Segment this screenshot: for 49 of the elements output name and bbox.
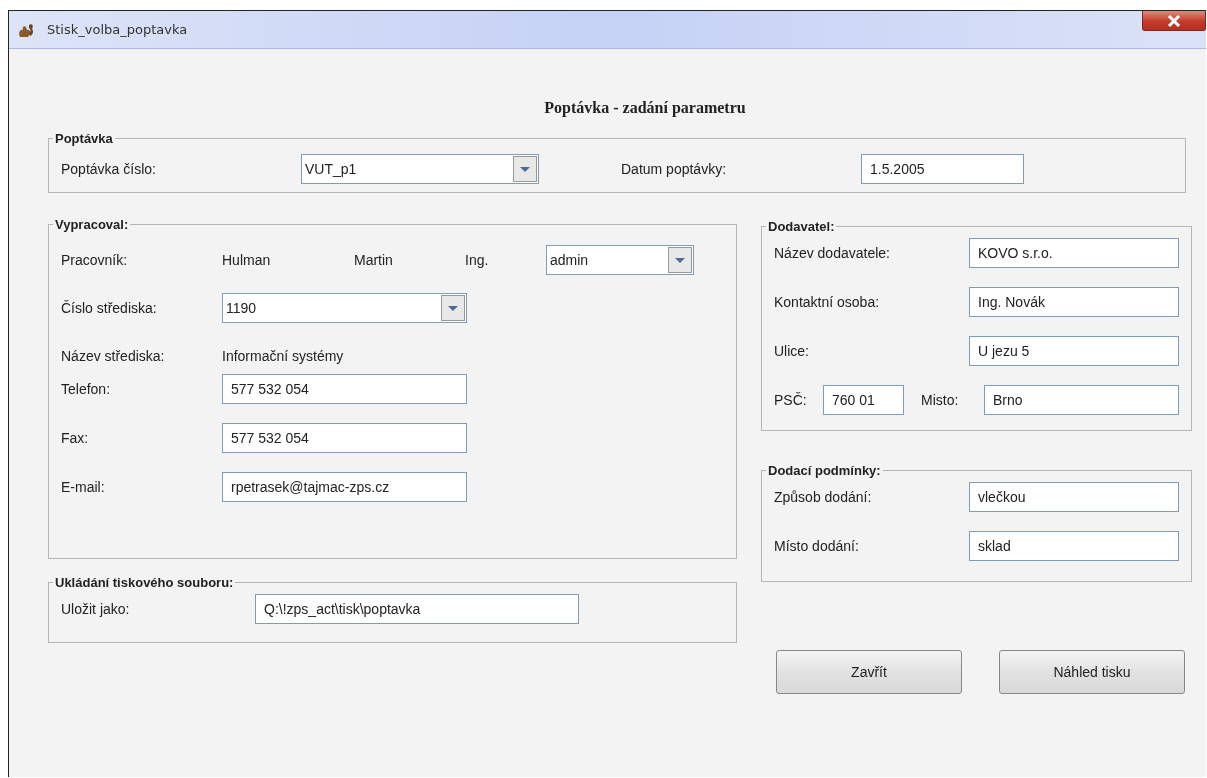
input-field[interactable]: 760 01 (823, 385, 904, 415)
field-label: Způsob dodání: (774, 489, 873, 505)
degree-text: Ing. (465, 252, 490, 268)
field-label: Poptávka číslo: (61, 161, 157, 177)
close-icon (1167, 14, 1181, 27)
field-label: Kontaktní osoba: (774, 294, 881, 310)
field-label: PSČ: (774, 392, 808, 408)
close-button[interactable] (1142, 11, 1206, 31)
group-title: Dodavatel: (767, 219, 836, 234)
group-title: Ukládání tiskového souboru: (54, 575, 235, 590)
dialog-button[interactable]: Náhled tisku (999, 650, 1185, 694)
field-label: Uložit jako: (61, 601, 131, 617)
input-field[interactable]: Ing. Novák (969, 287, 1179, 317)
field-label: Název střediska: (61, 348, 166, 364)
input-field[interactable]: vlečkou (969, 482, 1179, 512)
field-label: Ulice: (774, 343, 810, 359)
dropdown[interactable]: admin (546, 245, 694, 275)
field-label: Číslo střediska: (61, 300, 158, 316)
field-label: E-mail: (61, 479, 106, 495)
group-title: Vypracoval: (54, 217, 130, 232)
dropdown[interactable]: VUT_p1 (301, 154, 539, 184)
caret-icon (513, 156, 537, 182)
field-label: Název dodavatele: (774, 245, 891, 261)
dialog-button[interactable]: Zavřít (776, 650, 962, 694)
input-field[interactable]: Q:\!zps_act\tisk\poptavka (255, 594, 579, 624)
dropdown[interactable]: 1190 (222, 293, 467, 323)
caret-icon (668, 247, 692, 273)
input-field[interactable]: U jezu 5 (969, 336, 1179, 366)
group-title: Poptávka (54, 131, 114, 146)
input-field[interactable]: KOVO s.r.o. (969, 238, 1179, 268)
field-label: Telefon: (61, 381, 112, 397)
input-field[interactable]: Brno (984, 385, 1179, 415)
input-field[interactable]: sklad (969, 531, 1179, 561)
window-title: Stisk_volba_poptavka (47, 22, 188, 37)
field-label: Fax: (61, 430, 90, 446)
input-field[interactable]: 1.5.2005 (861, 154, 1024, 184)
surname-text: Hulman (222, 252, 272, 268)
form-heading: Poptávka - zadání parametru (543, 99, 747, 117)
input-field[interactable]: 577 532 054 (222, 423, 467, 453)
field-label: Pracovník: (61, 252, 129, 268)
group-title: Dodací podmínky: (767, 463, 882, 478)
caret-icon (441, 295, 465, 321)
center-name-text: Informační systémy (222, 348, 344, 364)
first-name-text: Martin (354, 252, 394, 268)
input-field[interactable]: 577 532 054 (222, 374, 467, 404)
field-label: Datum poptávky: (621, 161, 728, 177)
input-field[interactable]: rpetrasek@tajmac-zps.cz (222, 472, 467, 502)
field-label: Misto: (921, 392, 960, 408)
field-label: Místo dodání: (774, 538, 860, 554)
